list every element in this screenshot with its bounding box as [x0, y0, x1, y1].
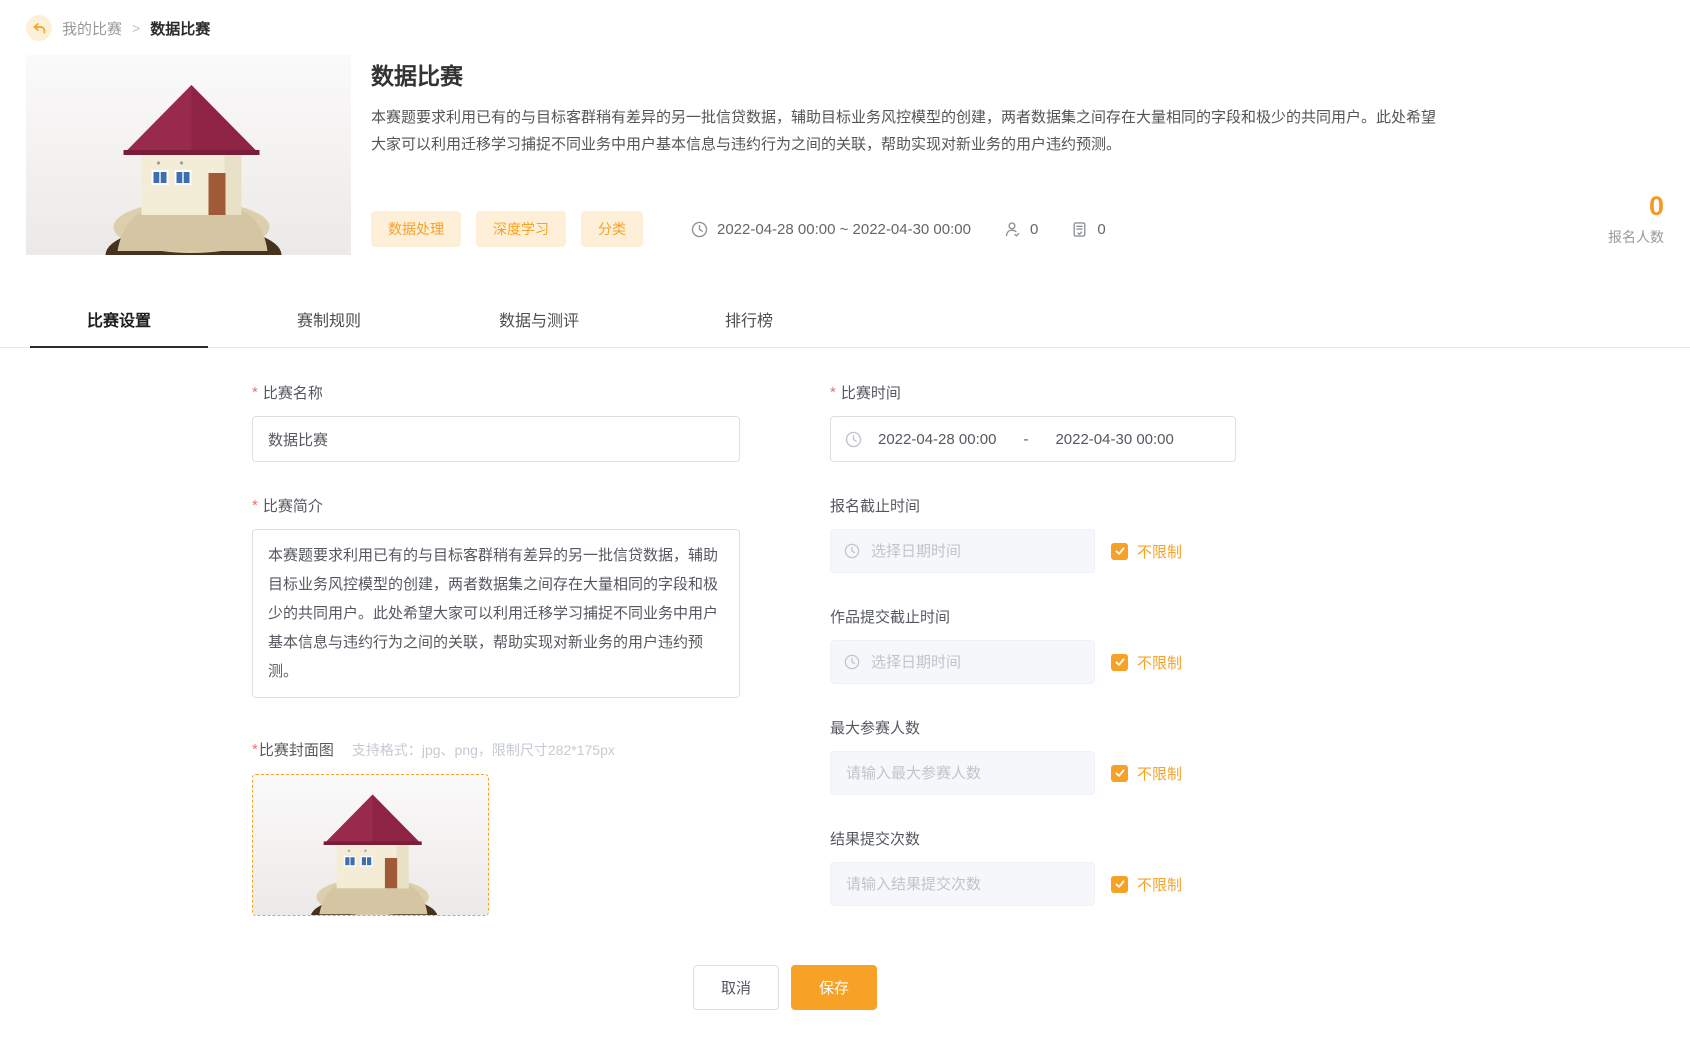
enroll-deadline-row: 不限制 [830, 529, 1236, 573]
cover-image-label: * 比赛封面图 [252, 739, 334, 760]
enroll-deadline-unlimited[interactable]: 不限制 [1111, 541, 1182, 562]
cover-preview-image [253, 775, 488, 915]
cover-image-label-row: * 比赛封面图 支持格式：jpg、png，限制尺寸282*175px [252, 739, 740, 760]
result-submissions-unlimited[interactable]: 不限制 [1111, 874, 1182, 895]
form-left-column: * 比赛名称 * 比赛简介 本赛题要求利用已有的与目标客群稍有差异的另一批信贷数… [252, 382, 740, 939]
form-right-column: * 比赛时间 2022-04-28 00:00 - 2022-04-30 00:… [830, 382, 1236, 939]
competition-time-group: * 比赛时间 2022-04-28 00:00 - 2022-04-30 00:… [830, 382, 1236, 462]
result-submissions-label: 结果提交次数 [830, 828, 1236, 849]
competition-cover-photo [26, 55, 351, 255]
competition-settings-page: 我的比赛 > 数据比赛 数据比赛 本赛题要求利用已有的与目标客群稍有差异的另一批… [0, 0, 1690, 1043]
competition-intro-textarea[interactable]: 本赛题要求利用已有的与目标客群稍有差异的另一批信贷数据，辅助目标业务风控模型的创… [252, 529, 740, 698]
required-asterisk: * [252, 741, 258, 758]
competition-name-group: * 比赛名称 [252, 382, 740, 462]
checkbox-checked-icon[interactable] [1111, 876, 1128, 893]
submission-deadline-input[interactable] [869, 653, 1081, 672]
enroll-deadline-label: 报名截止时间 [830, 495, 1236, 516]
clock-icon [844, 543, 860, 559]
checkbox-checked-icon[interactable] [1111, 654, 1128, 671]
clock-icon [844, 654, 860, 670]
submission-deadline-picker[interactable] [830, 640, 1095, 684]
result-submissions-input[interactable] [844, 875, 1081, 894]
enroll-deadline-picker[interactable] [830, 529, 1095, 573]
cover-image-upload[interactable] [252, 774, 489, 916]
max-participants-input[interactable] [844, 764, 1081, 783]
breadcrumb-separator: > [132, 20, 140, 36]
header-main: 数据比赛 本赛题要求利用已有的与目标客群稍有差异的另一批信贷数据，辅助目标业务风… [371, 55, 1534, 255]
breadcrumb-parent[interactable]: 我的比赛 [62, 18, 122, 39]
competition-time-label: * 比赛时间 [830, 382, 1236, 403]
date-range-text: 2022-04-28 00:00 ~ 2022-04-30 00:00 [717, 221, 971, 238]
enroll-label: 报名人数 [1534, 227, 1664, 247]
meta-row: 数据处理 深度学习 分类 2022-04-28 00:00 ~ 2022-04-… [371, 211, 1534, 255]
cover-format-hint: 支持格式：jpg、png，限制尺寸282*175px [352, 740, 615, 760]
submissions-count: 0 [1071, 221, 1105, 238]
tab-leaderboard[interactable]: 排行榜 [660, 295, 838, 347]
required-asterisk: * [830, 384, 836, 401]
competition-intro-group: * 比赛简介 本赛题要求利用已有的与目标客群稍有差异的另一批信贷数据，辅助目标业… [252, 495, 740, 703]
submission-deadline-label: 作品提交截止时间 [830, 606, 1236, 627]
settings-form: * 比赛名称 * 比赛简介 本赛题要求利用已有的与目标客群稍有差异的另一批信贷数… [0, 348, 1690, 939]
house-photo-image [26, 55, 351, 255]
competition-title: 数据比赛 [371, 57, 1534, 91]
enroll-stat: 0 报名人数 [1534, 193, 1664, 255]
competition-name-label: * 比赛名称 [252, 382, 740, 403]
competition-dates: 2022-04-28 00:00 ~ 2022-04-30 00:00 [691, 221, 971, 238]
competition-intro-label: * 比赛简介 [252, 495, 740, 516]
form-actions: 取消 保存 [0, 965, 1690, 1010]
participants-count: 0 [1004, 221, 1038, 238]
person-check-icon [1004, 221, 1021, 238]
tag-data-processing: 数据处理 [371, 211, 461, 247]
max-participants-field[interactable] [830, 751, 1095, 795]
competition-description: 本赛题要求利用已有的与目标客群稍有差异的另一批信贷数据，辅助目标业务风控模型的创… [371, 104, 1443, 158]
checkbox-checked-icon[interactable] [1111, 543, 1128, 560]
breadcrumb-current: 数据比赛 [150, 18, 210, 39]
required-asterisk: * [252, 384, 258, 401]
tab-bar: 比赛设置 赛制规则 数据与测评 排行榜 [0, 295, 1690, 348]
clock-icon [691, 221, 708, 238]
clock-icon [845, 431, 862, 448]
unlimited-label: 不限制 [1137, 763, 1182, 784]
result-submissions-group: 结果提交次数 不限制 [830, 828, 1236, 906]
enroll-deadline-input[interactable] [869, 542, 1081, 561]
max-participants-group: 最大参赛人数 不限制 [830, 717, 1236, 795]
enroll-count: 0 [1534, 193, 1664, 220]
back-arrow-icon [32, 21, 47, 36]
end-datetime: 2022-04-30 00:00 [1055, 431, 1173, 448]
submission-deadline-row: 不限制 [830, 640, 1236, 684]
tab-competition-settings[interactable]: 比赛设置 [30, 295, 208, 348]
save-button[interactable]: 保存 [791, 965, 877, 1010]
tab-data-evaluation[interactable]: 数据与测评 [450, 295, 628, 347]
competition-header: 数据比赛 本赛题要求利用已有的与目标客群稍有差异的另一批信贷数据，辅助目标业务风… [0, 53, 1690, 255]
required-asterisk: * [252, 497, 258, 514]
max-participants-unlimited[interactable]: 不限制 [1111, 763, 1182, 784]
breadcrumb: 我的比赛 > 数据比赛 [0, 0, 1690, 53]
max-participants-label: 最大参赛人数 [830, 717, 1236, 738]
tab-rules[interactable]: 赛制规则 [240, 295, 418, 347]
tag-classification: 分类 [581, 211, 643, 247]
unlimited-label: 不限制 [1137, 652, 1182, 673]
enroll-deadline-group: 报名截止时间 不限制 [830, 495, 1236, 573]
cancel-button[interactable]: 取消 [693, 965, 779, 1010]
max-participants-row: 不限制 [830, 751, 1236, 795]
checkbox-checked-icon[interactable] [1111, 765, 1128, 782]
range-separator: - [1023, 431, 1028, 448]
document-check-icon [1071, 221, 1088, 238]
submissions-count-value: 0 [1097, 221, 1105, 238]
participants-count-value: 0 [1030, 221, 1038, 238]
submission-deadline-group: 作品提交截止时间 不限制 [830, 606, 1236, 684]
unlimited-label: 不限制 [1137, 541, 1182, 562]
competition-name-input[interactable] [252, 416, 740, 462]
submission-deadline-unlimited[interactable]: 不限制 [1111, 652, 1182, 673]
result-submissions-row: 不限制 [830, 862, 1236, 906]
back-button[interactable] [26, 15, 52, 41]
result-submissions-field[interactable] [830, 862, 1095, 906]
start-datetime: 2022-04-28 00:00 [878, 431, 996, 448]
competition-time-range-picker[interactable]: 2022-04-28 00:00 - 2022-04-30 00:00 [830, 416, 1236, 462]
unlimited-label: 不限制 [1137, 874, 1182, 895]
tag-deep-learning: 深度学习 [476, 211, 566, 247]
